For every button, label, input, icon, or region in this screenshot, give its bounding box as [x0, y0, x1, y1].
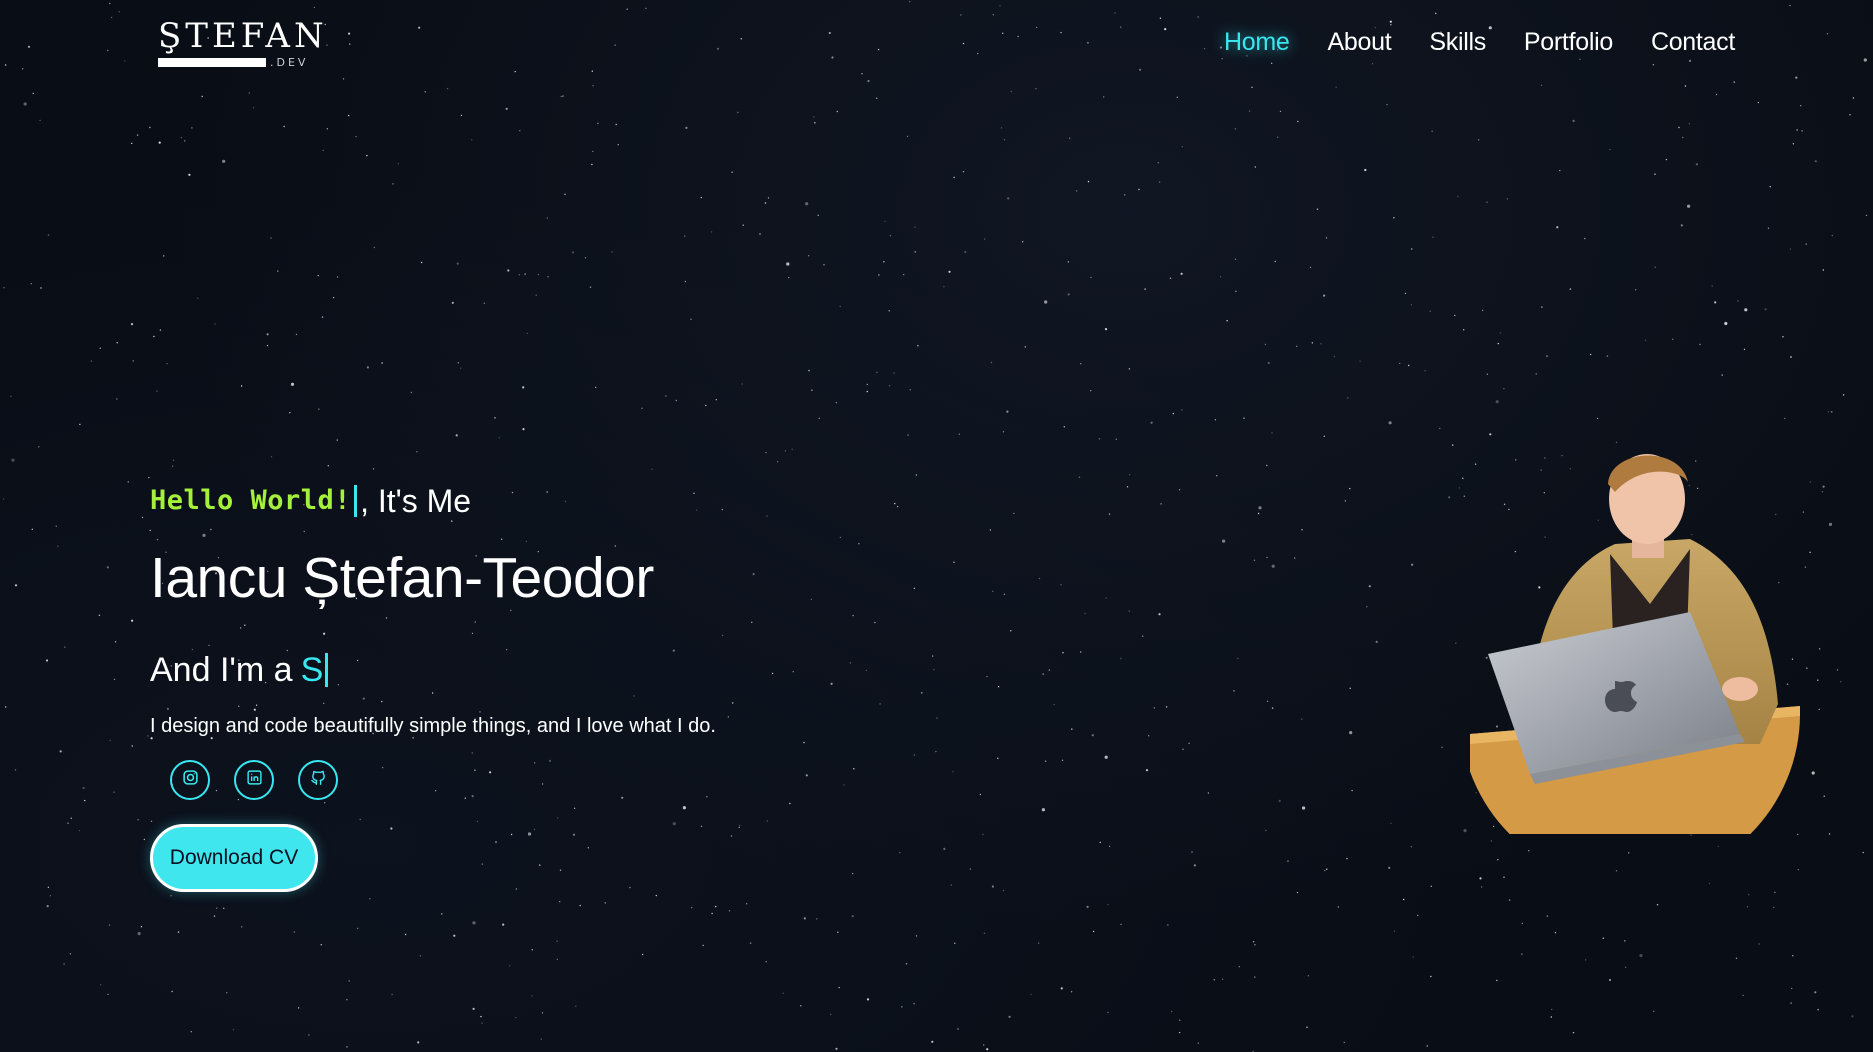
logo-title: ŞTEFAN	[158, 16, 328, 56]
role-prefix: And I'm a	[150, 651, 293, 690]
logo-suffix: .DEV	[270, 56, 309, 69]
greeting-rest-text: , It's Me	[360, 483, 472, 519]
logo-underline	[158, 58, 266, 67]
social-links	[170, 760, 950, 801]
instagram-icon	[182, 769, 199, 791]
hero-name: Iancu Ștefan-Teodor	[150, 546, 654, 610]
hero-greeting: Hello World! , It's Me	[150, 478, 950, 524]
github-link[interactable]	[298, 760, 338, 801]
nav-item-about[interactable]: About	[1328, 28, 1392, 57]
site-logo[interactable]: ŞTEFAN .DEV	[158, 16, 324, 72]
hero-section: Hello World! , It's Me Iancu Ștefan-Teod…	[150, 478, 950, 893]
typing-caret	[354, 485, 358, 517]
profile-illustration	[1470, 454, 1800, 834]
linkedin-icon	[246, 769, 263, 791]
main-nav: Home About Skills Portfolio Contact	[1224, 28, 1735, 57]
profile-photo	[1440, 444, 1810, 834]
hero-role: And I'm a S	[150, 648, 950, 692]
nav-item-portfolio[interactable]: Portfolio	[1524, 28, 1613, 57]
download-cv-button[interactable]: Download CV	[150, 824, 318, 893]
nav-item-home[interactable]: Home	[1224, 28, 1290, 57]
nav-item-contact[interactable]: Contact	[1651, 28, 1735, 57]
role-typing-caret	[325, 653, 329, 688]
greeting-typed-text: Hello World!	[150, 485, 352, 516]
github-icon	[310, 769, 327, 791]
linkedin-link[interactable]	[234, 760, 274, 801]
instagram-link[interactable]	[170, 760, 210, 801]
nav-item-skills[interactable]: Skills	[1429, 28, 1486, 57]
portfolio-page: ŞTEFAN .DEV Home About Skills Portfolio …	[0, 0, 1873, 1052]
hero-tagline: I design and code beautifully simple thi…	[150, 715, 716, 738]
role-typed-text: S	[300, 651, 324, 690]
